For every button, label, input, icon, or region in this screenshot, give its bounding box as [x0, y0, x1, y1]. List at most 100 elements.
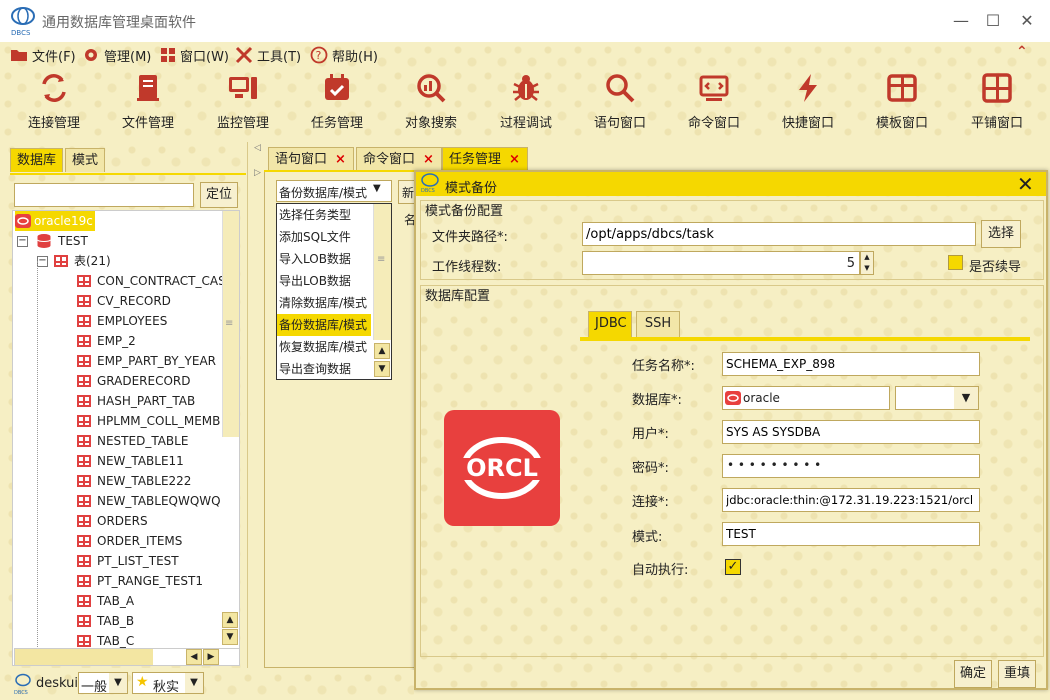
tab-jdbc[interactable]: JDBC [588, 311, 632, 337]
password-input[interactable]: • • • • • • • • • [722, 454, 980, 478]
dropdown-option[interactable]: 导入LOB数据 [277, 248, 371, 270]
tree-table-item[interactable]: PT_LIST_TEST [77, 551, 179, 571]
spinner-arrows[interactable]: ▲ ▼ [860, 251, 874, 275]
tree-table-item[interactable]: EMPLOYEES [77, 311, 167, 331]
tab-command-window[interactable]: 命令窗口 × [356, 147, 442, 171]
tree-search-input[interactable] [14, 183, 194, 207]
dropdown-option[interactable]: 添加SQL文件 [277, 226, 371, 248]
tree-table-group[interactable]: − 表(21) [37, 251, 111, 271]
menu-file[interactable]: 文件(F) [10, 45, 76, 65]
user-input[interactable] [722, 420, 980, 444]
tab-database[interactable]: 数据库 [10, 148, 64, 172]
tree-table-item[interactable]: HPLMM_COLL_MEMB [77, 411, 220, 431]
theme-select[interactable]: ★ 秋实 ▼ [132, 672, 204, 695]
menu-tools[interactable]: 工具(T) [235, 45, 301, 65]
toolbar-calendar-button[interactable]: 任务管理 [297, 70, 377, 132]
editor-tabs: 语句窗口 × 命令窗口 × 任务管理 × [268, 147, 528, 171]
task-type-select[interactable]: 备份数据库/模式 ▼ [276, 180, 392, 202]
scroll-right-button[interactable]: ▶ [203, 649, 219, 665]
tab-sql-window[interactable]: 语句窗口 × [268, 147, 354, 171]
tree-connection[interactable]: oracle19c [15, 211, 95, 231]
dropdown-option[interactable]: 恢复数据库/模式 [277, 336, 371, 358]
tree-table-item[interactable]: ORDERS [77, 511, 148, 531]
collapse-icon[interactable]: − [17, 235, 28, 247]
reset-button[interactable]: 重填 [998, 660, 1036, 688]
threads-spinner[interactable]: 5 [582, 251, 860, 275]
chevron-down-icon: ▼ [109, 673, 127, 693]
level-select[interactable]: 一般 ▼ [78, 672, 128, 695]
tree-schema[interactable]: − TEST [17, 231, 88, 251]
tree-table-item[interactable]: CV_RECORD [77, 291, 171, 311]
menu-help[interactable]: ? 帮助(H) [310, 45, 378, 65]
tab-scroll-left-icon[interactable]: ◁ [254, 143, 261, 153]
dialog-title: 模式备份 [445, 181, 498, 196]
table-icon [77, 375, 91, 387]
toolbar-sync-button[interactable]: 连接管理 [14, 70, 94, 132]
scroll-down-button[interactable]: ▼ [222, 629, 238, 645]
dropdown-option[interactable]: 选择任务类型 [277, 204, 371, 226]
tab-scroll-right-icon[interactable]: ▷ [254, 168, 261, 178]
folder-path-input[interactable] [582, 222, 976, 246]
menu-manage[interactable]: 管理(M) [82, 45, 151, 65]
tree-table-item[interactable]: CON_CONTRACT_CASE [77, 271, 233, 291]
tab-schema[interactable]: 模式 [65, 148, 106, 172]
dropdown-option[interactable]: 清除数据库/模式 [277, 292, 371, 314]
choose-folder-button[interactable]: 选择 [981, 220, 1021, 248]
maximize-button[interactable]: ☐ [980, 8, 1006, 34]
tree-table-item[interactable]: PT_RANGE_TEST1 [77, 571, 203, 591]
auto-exec-checkbox[interactable]: ✓ [725, 559, 741, 575]
toolbar-search-chart-button[interactable]: 对象搜索 [391, 70, 471, 132]
resume-checkbox[interactable] [948, 255, 963, 270]
tree-table-item[interactable]: TAB_A [77, 591, 134, 611]
database-select[interactable]: ▼ [895, 386, 979, 410]
toolbar-terminal-button[interactable]: 命令窗口 [674, 70, 754, 132]
toolbar-lightning-button[interactable]: 快捷窗口 [768, 70, 848, 132]
tree-table-item[interactable]: TAB_B [77, 611, 134, 631]
toolbar-monitor-button[interactable]: 监控管理 [203, 70, 283, 132]
close-window-button[interactable]: ✕ [1014, 8, 1040, 34]
toolbar-grid-button[interactable]: 平铺窗口 [957, 70, 1037, 132]
locate-button[interactable]: 定位 [200, 182, 238, 208]
toolbar-file-button[interactable]: 文件管理 [108, 70, 188, 132]
oracle-connection-icon [15, 214, 31, 228]
tree-table-item[interactable]: NEW_TABLE222 [77, 471, 191, 491]
tree-table-item[interactable]: GRADERECORD [77, 371, 191, 391]
minimize-button[interactable]: — [948, 8, 974, 34]
task-name-input[interactable] [722, 352, 980, 376]
toolbar-search-button[interactable]: 语句窗口 [580, 70, 660, 132]
close-tab-icon[interactable]: × [423, 152, 434, 167]
toolbar-bug-button[interactable]: 过程调试 [486, 70, 566, 132]
dropdown-scroll-down[interactable]: ▼ [374, 361, 390, 377]
scroll-left-button[interactable]: ◀ [186, 649, 202, 665]
tree-guide-line [37, 261, 38, 665]
dropdown-option[interactable]: 导出查询数据 [277, 358, 371, 380]
tree-table-item[interactable]: NESTED_TABLE [77, 431, 188, 451]
dropdown-scroll-up[interactable]: ▲ [374, 343, 390, 359]
toolbar-template-button[interactable]: 模板窗口 [862, 70, 942, 132]
dialog-close-button[interactable]: ✕ [1017, 172, 1034, 196]
tab-ssh[interactable]: SSH [636, 311, 680, 337]
task-name-label: 任务名称*: [632, 359, 695, 374]
tab-task-manage[interactable]: 任务管理 × [442, 147, 528, 171]
connection-url-input[interactable] [722, 488, 980, 512]
ok-button[interactable]: 确定 [954, 660, 992, 688]
menu-window[interactable]: 窗口(W) [160, 45, 229, 65]
tree-table-item[interactable]: EMP_PART_BY_YEAR [77, 351, 216, 371]
dialog-titlebar [416, 172, 1046, 196]
tree-table-item[interactable]: NEW_TABLE11 [77, 451, 184, 471]
dropdown-scrollbar[interactable] [373, 204, 391, 340]
schema-input[interactable] [722, 522, 980, 546]
scroll-up-button[interactable]: ▲ [222, 612, 238, 628]
dropdown-option[interactable]: 备份数据库/模式 [277, 314, 371, 336]
tree-table-item[interactable]: ORDER_ITEMS [77, 531, 182, 551]
collapse-icon[interactable]: − [37, 255, 48, 267]
close-tab-icon[interactable]: × [335, 152, 346, 167]
tree-table-item[interactable]: HASH_PART_TAB [77, 391, 195, 411]
tree-table-item[interactable]: EMP_2 [77, 331, 136, 351]
database-field[interactable]: oracle [722, 386, 890, 410]
dropdown-option[interactable]: 导出LOB数据 [277, 270, 371, 292]
tree-table-item[interactable]: NEW_TABLEQWQWQ [77, 491, 221, 511]
close-tab-icon[interactable]: × [509, 152, 520, 167]
hscroll-thumb[interactable] [15, 649, 153, 665]
collapse-ribbon-icon[interactable]: ⌃ [1016, 44, 1028, 60]
